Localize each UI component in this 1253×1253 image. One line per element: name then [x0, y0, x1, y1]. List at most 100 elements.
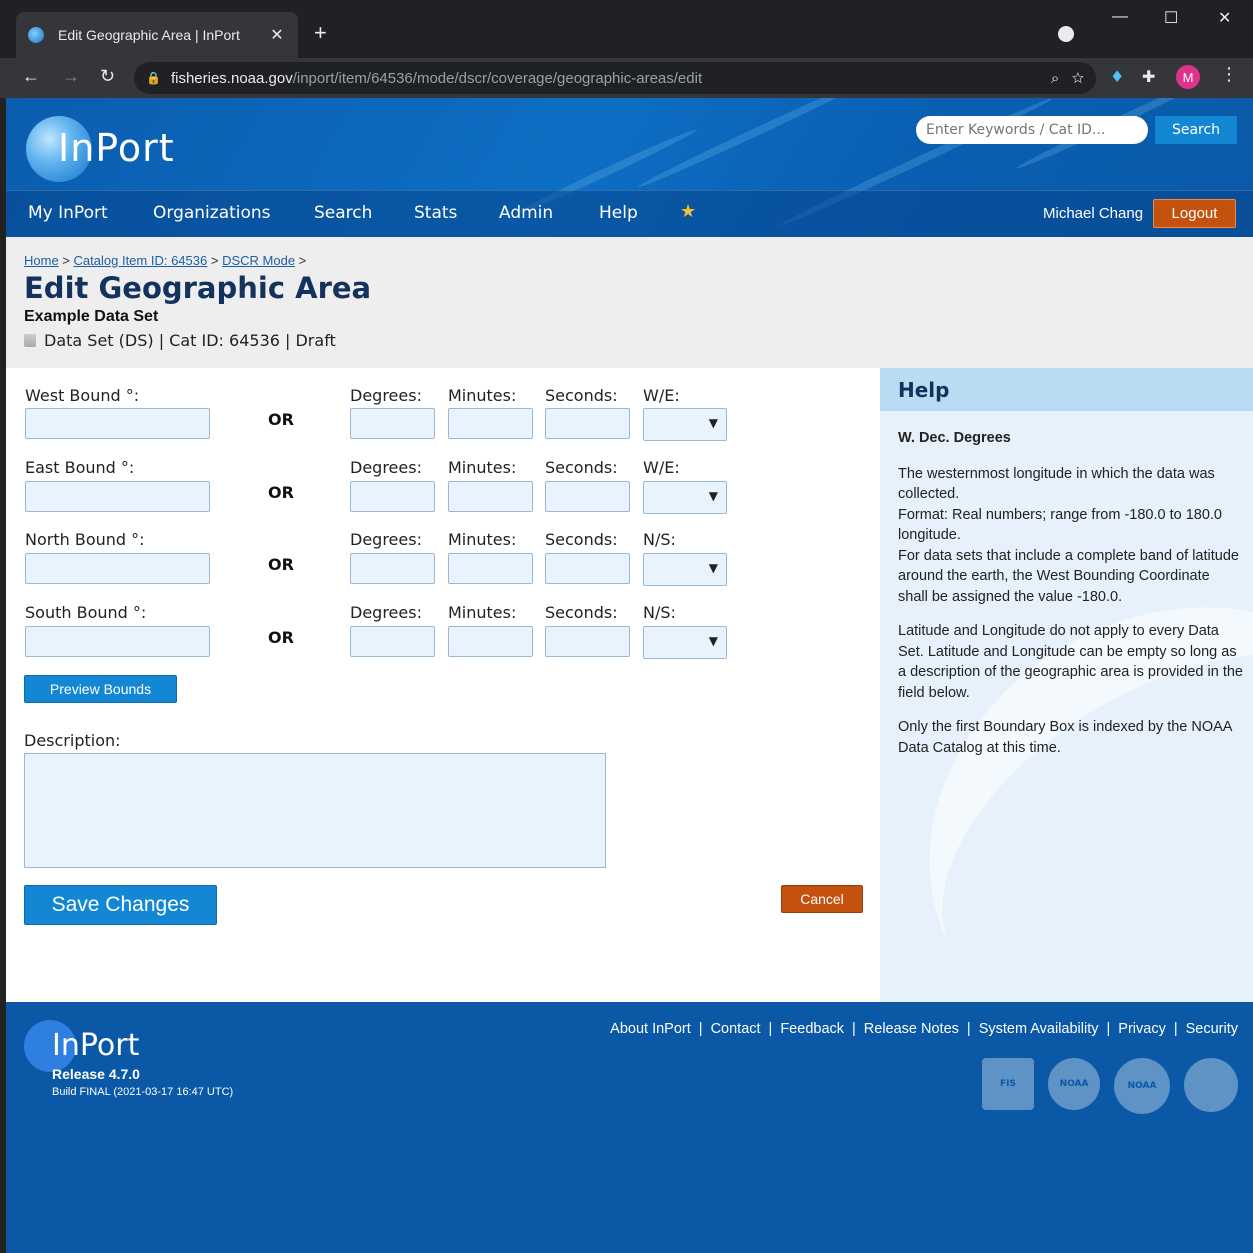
- degrees-label: Degrees:: [350, 603, 422, 622]
- lock-icon: 🔒: [146, 71, 161, 85]
- noaa-fisheries-seal-icon[interactable]: NOAA: [1048, 1058, 1100, 1110]
- geographic-area-form: West Bound °: OR Degrees: Minutes: Secon…: [6, 368, 880, 1002]
- breadcrumb-catalog-item[interactable]: Catalog Item ID: 64536: [74, 253, 208, 268]
- item-meta-text: Data Set (DS) | Cat ID: 64536 | Draft: [44, 331, 336, 350]
- tab-close-icon[interactable]: ✕: [268, 25, 286, 45]
- east-bound-label: East Bound °:: [25, 458, 135, 477]
- browser-tab[interactable]: Edit Geographic Area | InPort ✕: [16, 12, 298, 58]
- north-seconds-input[interactable]: [545, 553, 630, 584]
- footer-link-release-notes[interactable]: Release Notes: [864, 1021, 959, 1037]
- incognito-icon[interactable]: [1058, 26, 1074, 42]
- west-bound-input[interactable]: [25, 408, 210, 439]
- seconds-label: Seconds:: [545, 530, 618, 549]
- zoom-star-icons[interactable]: ⌕ ☆: [1051, 70, 1084, 87]
- footer-link-security[interactable]: Security: [1186, 1021, 1238, 1037]
- nav-stats[interactable]: Stats: [414, 203, 457, 223]
- description-label: Description:: [24, 731, 121, 750]
- north-bound-input[interactable]: [25, 553, 210, 584]
- west-bound-label: West Bound °:: [25, 386, 140, 405]
- west-degrees-input[interactable]: [350, 408, 435, 439]
- east-bound-input[interactable]: [25, 481, 210, 512]
- tab-title: Edit Geographic Area | InPort: [58, 27, 240, 43]
- nav-search[interactable]: Search: [314, 203, 372, 223]
- south-direction-select[interactable]: ▼: [643, 626, 727, 659]
- chevron-down-icon: ▼: [708, 561, 718, 575]
- direction-label: W/E:: [643, 386, 680, 405]
- window-minimize-button[interactable]: —: [1112, 8, 1128, 26]
- address-bar[interactable]: 🔒 fisheries.noaa.gov /inport/item/64536/…: [134, 62, 1096, 94]
- site-footer: InPort Release 4.7.0 Build FINAL (2021-0…: [6, 1002, 1253, 1253]
- or-label: OR: [268, 628, 294, 647]
- breadcrumb: Home > Catalog Item ID: 64536 > DSCR Mod…: [24, 253, 307, 268]
- site-header: InPort Search My InPort Organizations Se…: [6, 98, 1253, 237]
- nav-organizations[interactable]: Organizations: [153, 203, 271, 223]
- back-arrow-icon[interactable]: ←: [22, 66, 40, 87]
- inport-logo[interactable]: InPort: [58, 126, 175, 170]
- or-label: OR: [268, 555, 294, 574]
- logout-button[interactable]: Logout: [1153, 199, 1236, 228]
- direction-label: N/S:: [643, 530, 676, 549]
- west-seconds-input[interactable]: [545, 408, 630, 439]
- profile-avatar[interactable]: M: [1176, 65, 1200, 89]
- noaa-seal-icon[interactable]: NOAA: [1114, 1058, 1170, 1114]
- reload-icon[interactable]: ↻: [100, 66, 115, 87]
- or-label: OR: [268, 483, 294, 502]
- help-paragraph: The westernmost longitude in which the d…: [898, 465, 1239, 605]
- preview-bounds-button[interactable]: Preview Bounds: [24, 675, 177, 703]
- chevron-down-icon: ▼: [708, 416, 718, 430]
- help-paragraph: Latitude and Longitude do not apply to e…: [898, 623, 1243, 701]
- help-panel: Help W. Dec. Degrees The westernmost lon…: [880, 368, 1253, 1002]
- window-close-button[interactable]: ✕: [1218, 8, 1231, 28]
- nav-admin[interactable]: Admin: [499, 203, 553, 223]
- east-direction-select[interactable]: ▼: [643, 481, 727, 514]
- minutes-label: Minutes:: [448, 458, 517, 477]
- description-textarea[interactable]: [24, 753, 606, 868]
- browser-menu-icon[interactable]: ⋮: [1220, 64, 1238, 85]
- footer-link-about[interactable]: About InPort: [610, 1021, 691, 1037]
- keyword-search-input[interactable]: [916, 116, 1148, 144]
- save-changes-button[interactable]: Save Changes: [24, 885, 217, 925]
- commerce-seal-icon[interactable]: [1184, 1058, 1238, 1112]
- extension-icon[interactable]: ♦: [1110, 67, 1124, 86]
- help-heading: Help: [880, 368, 1253, 411]
- main-nav: My InPort Organizations Search Stats Adm…: [6, 190, 1253, 237]
- breadcrumb-home[interactable]: Home: [24, 253, 59, 268]
- cancel-button[interactable]: Cancel: [781, 885, 863, 913]
- north-minutes-input[interactable]: [448, 553, 533, 584]
- database-icon: [24, 334, 36, 347]
- new-tab-button[interactable]: +: [314, 20, 327, 46]
- globe-favicon-icon: [28, 27, 44, 43]
- breadcrumb-dscr-mode[interactable]: DSCR Mode: [222, 253, 295, 268]
- footer-link-contact[interactable]: Contact: [711, 1021, 761, 1037]
- favorites-star-icon[interactable]: ★: [680, 201, 696, 222]
- seconds-label: Seconds:: [545, 603, 618, 622]
- nav-help[interactable]: Help: [599, 203, 638, 223]
- south-bound-input[interactable]: [25, 626, 210, 657]
- east-seconds-input[interactable]: [545, 481, 630, 512]
- degrees-label: Degrees:: [350, 458, 422, 477]
- fis-seal-icon[interactable]: FIS: [982, 1058, 1034, 1110]
- page-subtitle: Example Data Set: [24, 308, 159, 325]
- south-degrees-input[interactable]: [350, 626, 435, 657]
- footer-link-feedback[interactable]: Feedback: [780, 1021, 844, 1037]
- footer-link-privacy[interactable]: Privacy: [1118, 1021, 1166, 1037]
- window-maximize-button[interactable]: ☐: [1164, 8, 1178, 28]
- footer-links: About InPort | Contact | Feedback | Release…: [610, 1021, 1238, 1037]
- footer-link-system-availability[interactable]: System Availability: [979, 1021, 1099, 1037]
- nav-my-inport[interactable]: My InPort: [28, 203, 108, 223]
- degrees-label: Degrees:: [350, 386, 422, 405]
- footer-logo[interactable]: InPort: [52, 1028, 139, 1063]
- page-title: Edit Geographic Area: [24, 271, 372, 305]
- north-direction-select[interactable]: ▼: [643, 553, 727, 586]
- west-direction-select[interactable]: ▼: [643, 408, 727, 441]
- west-minutes-input[interactable]: [448, 408, 533, 439]
- forward-arrow-icon[interactable]: →: [62, 66, 80, 87]
- east-minutes-input[interactable]: [448, 481, 533, 512]
- minutes-label: Minutes:: [448, 386, 517, 405]
- south-seconds-input[interactable]: [545, 626, 630, 657]
- search-button[interactable]: Search: [1155, 116, 1237, 144]
- south-minutes-input[interactable]: [448, 626, 533, 657]
- north-degrees-input[interactable]: [350, 553, 435, 584]
- east-degrees-input[interactable]: [350, 481, 435, 512]
- puzzle-extensions-icon[interactable]: ✚: [1142, 67, 1155, 86]
